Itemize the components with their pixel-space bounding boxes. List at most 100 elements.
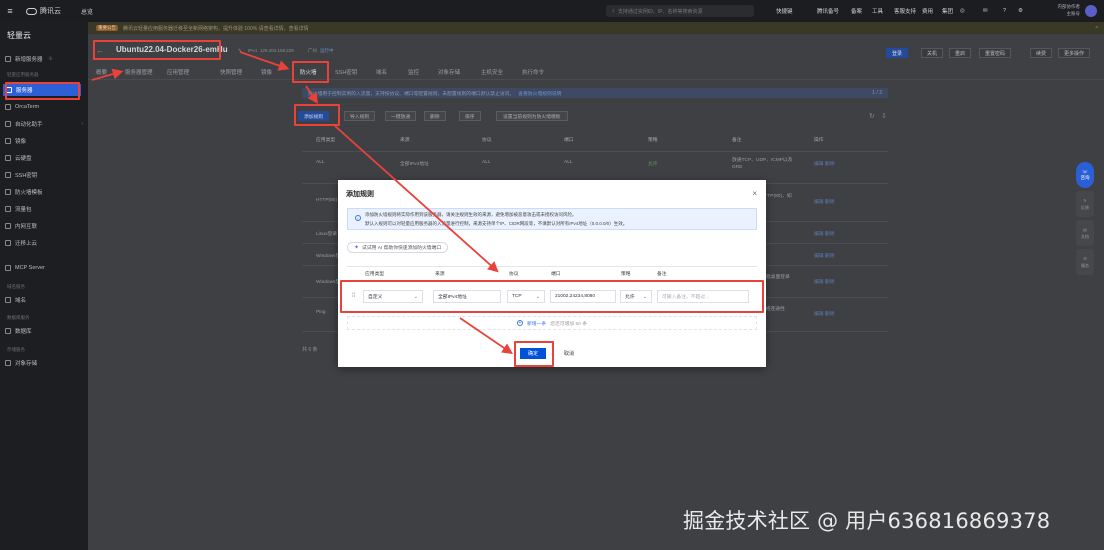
nav-support[interactable]: 客服支持 xyxy=(894,0,916,22)
docs-button[interactable]: ▤ 文档 xyxy=(1076,220,1094,246)
sidebar-item-label: 域名 xyxy=(15,298,27,304)
rule-actions[interactable]: 编辑 删除 xyxy=(814,278,835,285)
notification-icon[interactable]: ✉99 xyxy=(983,0,988,22)
consult-button[interactable]: ☏ 咨询 xyxy=(1076,162,1094,188)
menu-icon[interactable]: ≡ xyxy=(0,6,20,16)
sidebar-item-new-server[interactable]: 新增服务器 ① xyxy=(5,53,83,65)
tab-host-security[interactable]: 主机安全 xyxy=(481,68,503,76)
feedback-button[interactable]: ✎ 反馈 xyxy=(1076,191,1094,217)
avatar[interactable] xyxy=(1085,5,1097,17)
sidebar-item-ssh-keys[interactable]: SSH密钥 xyxy=(5,169,83,181)
sort-button[interactable]: 排序 xyxy=(459,111,481,121)
delete-button[interactable]: 删除 xyxy=(424,111,446,121)
sidebar-item-orcaterm[interactable]: OrcaTerm xyxy=(5,101,83,113)
annotation-box-firewall-tab xyxy=(292,61,329,83)
service-button[interactable]: ☰ 服务 xyxy=(1076,249,1094,275)
shutdown-button[interactable]: 关机 xyxy=(921,48,944,58)
rule-actions[interactable]: 编辑 删除 xyxy=(814,310,835,317)
ai-assist-button[interactable]: ✦ 试试用 AI 帮助你快速添加防火墙端口 xyxy=(347,242,449,253)
sidebar-section-lighthouse: 轻量应用服务器 xyxy=(7,72,39,77)
add-row-label: 新增一条 xyxy=(527,321,547,327)
one-click-allow-button[interactable]: 一键放通 xyxy=(385,111,417,121)
sidebar-item-domain[interactable]: 域名 xyxy=(5,294,83,306)
refresh-icon[interactable]: ↻ xyxy=(869,112,875,120)
tab-run-command[interactable]: 执行命令 xyxy=(522,68,544,76)
tab-domain[interactable]: 域名 xyxy=(376,68,387,76)
book-icon: ▤ xyxy=(1083,226,1087,232)
top-bar: ≡ 腾讯云 总览 ⌕ 支持通过实例ID、IP、名称等搜索资源 快捷键 腾讯备号 … xyxy=(0,0,1104,22)
sidebar-item-label: SSH密钥 xyxy=(15,173,38,179)
sidebar-item-cloud-disk[interactable]: 云硬盘 xyxy=(5,152,83,164)
sidebar-item-traffic-packages[interactable]: 流量包 xyxy=(5,203,83,215)
nav-tools[interactable]: 工具 xyxy=(872,0,883,22)
settings-icon[interactable]: ⚙ xyxy=(1018,0,1023,22)
sidebar-item-database[interactable]: 数据库 xyxy=(5,325,83,337)
add-row-button[interactable]: + 新增一条 您还可增加 50 条 xyxy=(347,316,757,330)
import-rules-button[interactable]: 导入规则 xyxy=(344,111,376,121)
sidebar-item-count: ① xyxy=(48,56,53,61)
nav-shortcut[interactable]: 快捷键 xyxy=(776,0,793,22)
plus-icon: + xyxy=(517,320,523,326)
close-icon[interactable]: × xyxy=(1095,25,1098,31)
column-header: 来源 xyxy=(435,272,445,277)
edit-icon[interactable]: ✎ xyxy=(238,48,242,54)
nav-billing[interactable]: 费用 xyxy=(922,0,933,22)
close-icon[interactable]: × xyxy=(752,189,757,198)
firewall-doc-link[interactable]: 查看防火墙规则说明 xyxy=(518,90,561,97)
rule-actions[interactable]: 编辑 删除 xyxy=(814,230,835,237)
tab-overview[interactable]: 概要 xyxy=(96,68,107,76)
tab-app-management[interactable]: 应用管理 xyxy=(167,68,189,76)
tencent-cloud-logo[interactable]: 腾讯云 xyxy=(26,6,61,16)
rule-actions[interactable]: 编辑 删除 xyxy=(814,252,835,259)
overview-link[interactable]: 总览 xyxy=(81,7,93,16)
annotation-box-sidebar-servers xyxy=(5,82,80,100)
sidebar-item-object-storage[interactable]: 对象存储 xyxy=(5,357,83,369)
reset-password-button[interactable]: 重置密码 xyxy=(979,48,1012,58)
sidebar-item-automation[interactable]: 自动化助手 › xyxy=(5,118,83,130)
cancel-button[interactable]: 取消 xyxy=(558,348,580,359)
account-info[interactable]: 内部协作者 主账号 xyxy=(1030,3,1081,17)
tab-snapshots[interactable]: 快照管理 xyxy=(220,68,242,76)
tab-images[interactable]: 镜像 xyxy=(261,68,272,76)
sidebar-item-migration[interactable]: 迁移上云 xyxy=(5,237,83,249)
rule-actions[interactable]: 编辑 删除 xyxy=(814,160,835,167)
tab-object-storage[interactable]: 对象存储 xyxy=(438,68,460,76)
firewall-info-bar: 防火墙用于控制实例的入流量，支持按协议、端口等配置规则，未配置规则的端口默认禁止… xyxy=(302,88,888,98)
migrate-icon xyxy=(5,240,11,246)
sidebar-item-label: 迁移上云 xyxy=(15,241,38,247)
more-actions-button[interactable]: 更多操作 xyxy=(1058,48,1091,58)
key-icon xyxy=(5,172,11,178)
login-button[interactable]: 登录 xyxy=(886,48,909,58)
rule-actions[interactable]: 编辑 删除 xyxy=(814,198,835,205)
annotation-box-add-rule xyxy=(294,104,340,126)
column-header: 应用类型 xyxy=(365,272,385,277)
tab-ssh-keys[interactable]: SSH密钥 xyxy=(335,68,357,76)
table-header: 应用类型 来源 协议 端口 策略 备注 操作 xyxy=(302,130,888,152)
nav-group[interactable]: 集团 xyxy=(942,0,953,22)
sidebar-item-private-network[interactable]: 内网互联 xyxy=(5,220,83,232)
annotation-box-rule-row xyxy=(340,280,764,313)
cloud-icon xyxy=(26,7,37,15)
annotation-box-instance-title xyxy=(93,40,221,60)
sidebar-item-mcp-server[interactable]: MCP Server xyxy=(5,262,83,274)
nav-filing-number[interactable]: 腾讯备号 xyxy=(817,0,839,22)
global-search-input[interactable]: ⌕ 支持通过实例ID、IP、名称等搜索资源 xyxy=(606,5,754,17)
column-header: 端口 xyxy=(564,138,574,143)
restart-button[interactable]: 重启 xyxy=(949,48,972,58)
tab-monitoring[interactable]: 监控 xyxy=(408,68,419,76)
tab-server-management[interactable]: 服务器管理 xyxy=(125,68,153,76)
sidebar-item-firewall-templates[interactable]: 防火墙模板 xyxy=(5,186,83,198)
account-name: 内部协作者 xyxy=(1057,4,1081,9)
nav-filing[interactable]: 备案 xyxy=(851,0,862,22)
column-header: 来源 xyxy=(400,138,410,143)
renew-button[interactable]: 续费 xyxy=(1030,48,1053,58)
notice-text[interactable]: 腾讯云轻量应用服务器迁移至全新网络架构，提升体验 100% 请查看详情，查看详情 xyxy=(123,25,309,32)
save-as-template-button[interactable]: 设置当前规则为防火墙模板 xyxy=(496,111,568,121)
globe-icon[interactable]: ◎ xyxy=(960,0,965,22)
disk-icon xyxy=(5,155,11,161)
sidebar-item-images[interactable]: 镜像 xyxy=(5,135,83,147)
sidebar-item-label: 流量包 xyxy=(15,207,32,213)
help-icon[interactable]: ? xyxy=(1003,0,1006,22)
download-icon[interactable]: ⇩ xyxy=(881,112,887,120)
info-pager[interactable]: 1 / 2 xyxy=(872,90,882,96)
